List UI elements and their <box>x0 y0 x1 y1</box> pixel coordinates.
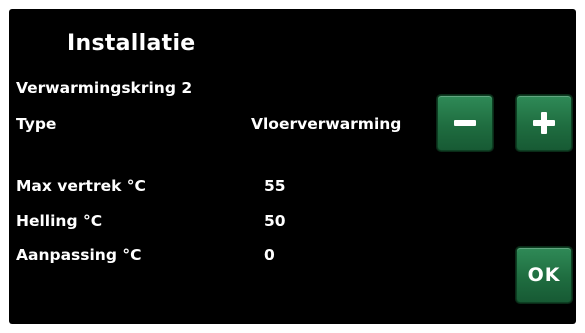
plus-icon <box>533 112 555 134</box>
page-title: Installatie <box>67 31 196 56</box>
increase-button[interactable] <box>516 95 572 151</box>
minus-icon <box>454 112 476 134</box>
aanpassing-label: Aanpassing °C <box>16 246 142 264</box>
settings-screen: Installatie Verwarmingskring 2 Type Vloe… <box>9 9 576 324</box>
section-title: Verwarmingskring 2 <box>16 79 193 97</box>
ok-button[interactable]: OK <box>516 247 572 303</box>
type-value[interactable]: Vloerverwarming <box>251 115 401 133</box>
helling-label: Helling °C <box>16 212 103 230</box>
helling-value[interactable]: 50 <box>264 212 286 230</box>
aanpassing-value[interactable]: 0 <box>264 246 275 264</box>
decrease-button[interactable] <box>437 95 493 151</box>
type-label: Type <box>16 115 57 133</box>
max-vertrek-value[interactable]: 55 <box>264 177 286 195</box>
max-vertrek-label: Max vertrek °C <box>16 177 146 195</box>
